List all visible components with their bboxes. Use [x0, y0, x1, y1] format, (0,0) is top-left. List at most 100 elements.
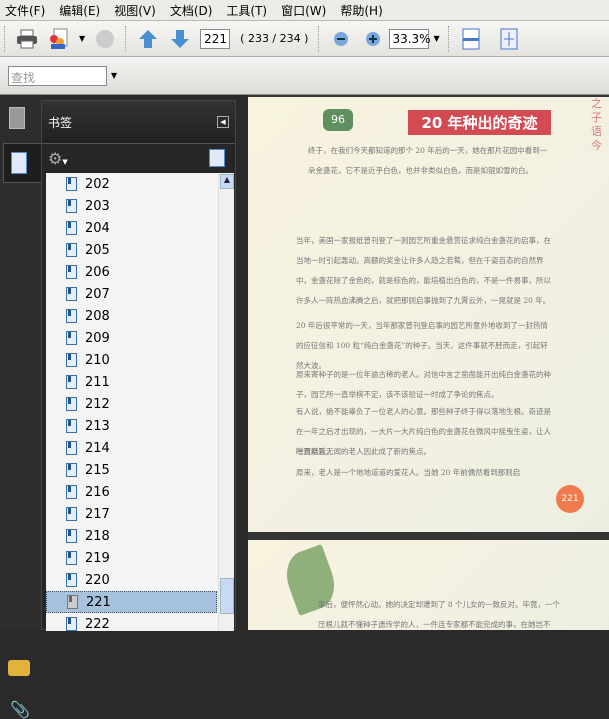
pane-splitter[interactable] — [236, 95, 248, 630]
paragraph: 事后，便怦然心动。她的决定却遭到了 8 个儿女的一致反对。毕竟，一个 — [318, 600, 561, 609]
bookmark-item[interactable]: 211 — [46, 371, 234, 393]
bookmark-item[interactable]: 220 — [46, 569, 234, 591]
scroll-up-button[interactable]: ▲ — [220, 174, 234, 189]
menu-window[interactable]: 窗口(W) — [281, 2, 326, 19]
menu-view[interactable]: 视图(V) — [114, 2, 156, 19]
toolbar-grip[interactable] — [4, 25, 7, 52]
find-toolbar: 查找 ▼ — [0, 57, 609, 95]
bookmarks-tab[interactable] — [3, 143, 41, 183]
bookmark-item[interactable]: 214 — [46, 437, 234, 459]
page-number: 221 — [556, 485, 584, 513]
pages-icon[interactable] — [9, 107, 25, 129]
bookmark-icon — [66, 243, 77, 257]
bookmark-label: 211 — [85, 374, 110, 390]
scrollbar[interactable]: ▲ — [218, 173, 234, 631]
bookmark-item[interactable]: 205 — [46, 239, 234, 261]
find-input[interactable]: 查找 — [8, 65, 107, 86]
bookmark-item[interactable]: 221 — [46, 591, 217, 613]
zoom-in-icon[interactable] — [361, 27, 385, 51]
bookmark-item[interactable]: 208 — [46, 305, 234, 327]
bookmark-item[interactable]: 215 — [46, 459, 234, 481]
bookmark-icon — [66, 617, 77, 631]
bookmark-label: 205 — [85, 242, 110, 258]
navigation-pane-bar: 📎 — [0, 95, 41, 719]
zoom-out-icon[interactable] — [329, 27, 353, 51]
print-icon[interactable] — [15, 27, 39, 51]
new-bookmark-icon[interactable] — [209, 149, 225, 167]
bookmark-item[interactable]: 204 — [46, 217, 234, 239]
bookmark-item[interactable]: 216 — [46, 481, 234, 503]
bookmark-label: 202 — [85, 176, 110, 192]
bookmarks-panel: 书签 ◀ ⚙▼ ▲ 202 203 204 205 206 207 208 209 210 211 2… — [41, 100, 236, 631]
page-number-input[interactable]: 221 — [200, 28, 231, 49]
bookmark-icon — [66, 177, 77, 191]
bookmark-item[interactable]: 222 — [46, 613, 234, 631]
chapter-title: 20 年种出的奇迹 — [408, 110, 551, 135]
bookmark-label: 208 — [85, 308, 110, 324]
bookmark-item[interactable]: 202 — [46, 173, 234, 195]
bookmark-icon — [66, 375, 77, 389]
bookmark-icon — [66, 265, 77, 279]
bookmark-icon — [66, 397, 77, 411]
scroll-thumb[interactable] — [220, 578, 234, 614]
bookmark-icon — [66, 287, 77, 301]
collapse-panel-button[interactable]: ◀ — [217, 116, 229, 128]
bookmark-icon — [66, 353, 77, 367]
bookmark-item[interactable]: 206 — [46, 261, 234, 283]
bookmark-label: 204 — [85, 220, 110, 236]
bookmark-label: 207 — [85, 286, 110, 302]
find-dropdown-icon[interactable]: ▼ — [111, 71, 117, 80]
bookmark-item[interactable]: 203 — [46, 195, 234, 217]
next-page-icon[interactable] — [168, 27, 192, 51]
zoom-level-input[interactable]: 33.3% — [389, 28, 431, 49]
bookmark-label: 209 — [85, 330, 110, 346]
menu-tools[interactable]: 工具(T) — [226, 2, 267, 19]
menu-file[interactable]: 文件(F) — [5, 2, 45, 19]
options-gear-icon[interactable]: ⚙▼ — [48, 149, 68, 168]
bookmark-label: 222 — [85, 616, 110, 632]
share-dropdown-icon[interactable]: ▼ — [79, 34, 85, 43]
toolbar-grip — [125, 25, 128, 52]
bookmark-icon — [66, 507, 77, 521]
bookmark-item[interactable]: 212 — [46, 393, 234, 415]
page-count: ( 233 / 234 ) — [240, 32, 309, 45]
document-view: 96 20 年种出的奇迹 之子语今 终于，在我们今天都知道的那个 20 年后的一… — [248, 95, 609, 630]
paragraph: 压根儿就不懂种子遗传学的人，一件连专家都不能完成的事，在她岂不 — [318, 620, 551, 629]
bookmarks-icon — [11, 152, 27, 174]
paragraph: 原来寄种子的是一位年逾古稀的老人。对信中言之凿凿能开出纯白金盏花的种子，园艺所一… — [296, 370, 551, 399]
bookmark-icon — [66, 221, 77, 235]
bookmark-item[interactable]: 209 — [46, 327, 234, 349]
bookmark-label: 218 — [85, 528, 110, 544]
bookmark-label: 215 — [85, 462, 110, 478]
menu-bar: 文件(F) 编辑(E) 视图(V) 文档(D) 工具(T) 窗口(W) 帮助(H… — [0, 0, 609, 21]
comments-icon[interactable] — [8, 660, 30, 676]
bookmark-item[interactable]: 213 — [46, 415, 234, 437]
bookmark-item[interactable]: 207 — [46, 283, 234, 305]
menu-edit[interactable]: 编辑(E) — [59, 2, 100, 19]
bookmark-label: 214 — [85, 440, 110, 456]
bookmark-label: 203 — [85, 198, 110, 214]
attachments-icon[interactable]: 📎 — [10, 700, 30, 719]
bookmark-item[interactable]: 217 — [46, 503, 234, 525]
bookmark-icon — [66, 199, 77, 213]
menu-document[interactable]: 文档(D) — [170, 2, 213, 19]
bookmark-list: ▲ 202 203 204 205 206 207 208 209 210 211 212 213 21… — [46, 173, 234, 631]
menu-help[interactable]: 帮助(H) — [340, 2, 382, 19]
bookmark-label: 220 — [85, 572, 110, 588]
bookmark-label: 206 — [85, 264, 110, 280]
collaborate-icon — [93, 27, 117, 51]
previous-page-icon[interactable] — [136, 27, 160, 51]
bookmark-item[interactable]: 218 — [46, 525, 234, 547]
paragraph: 当年，美国一家报纸曾刊登了一则园艺所重金悬赏征求纯白金盏花的启事，在当地一时引起… — [296, 236, 551, 305]
share-users-icon[interactable] — [47, 27, 71, 51]
zoom-dropdown-icon[interactable]: ▼ — [433, 34, 439, 43]
bookmark-item[interactable]: 210 — [46, 349, 234, 371]
fit-width-icon[interactable] — [459, 27, 483, 51]
toolbar-grip — [447, 25, 451, 52]
bookmark-icon — [66, 485, 77, 499]
bookmark-item[interactable]: 219 — [46, 547, 234, 569]
fit-page-icon[interactable] — [497, 27, 521, 51]
bookmark-label: 213 — [85, 418, 110, 434]
paragraph: 原来，老人是一个地地道道的爱花人。当她 20 年前偶然看到那则启 — [296, 468, 521, 477]
bookmark-icon — [66, 419, 77, 433]
